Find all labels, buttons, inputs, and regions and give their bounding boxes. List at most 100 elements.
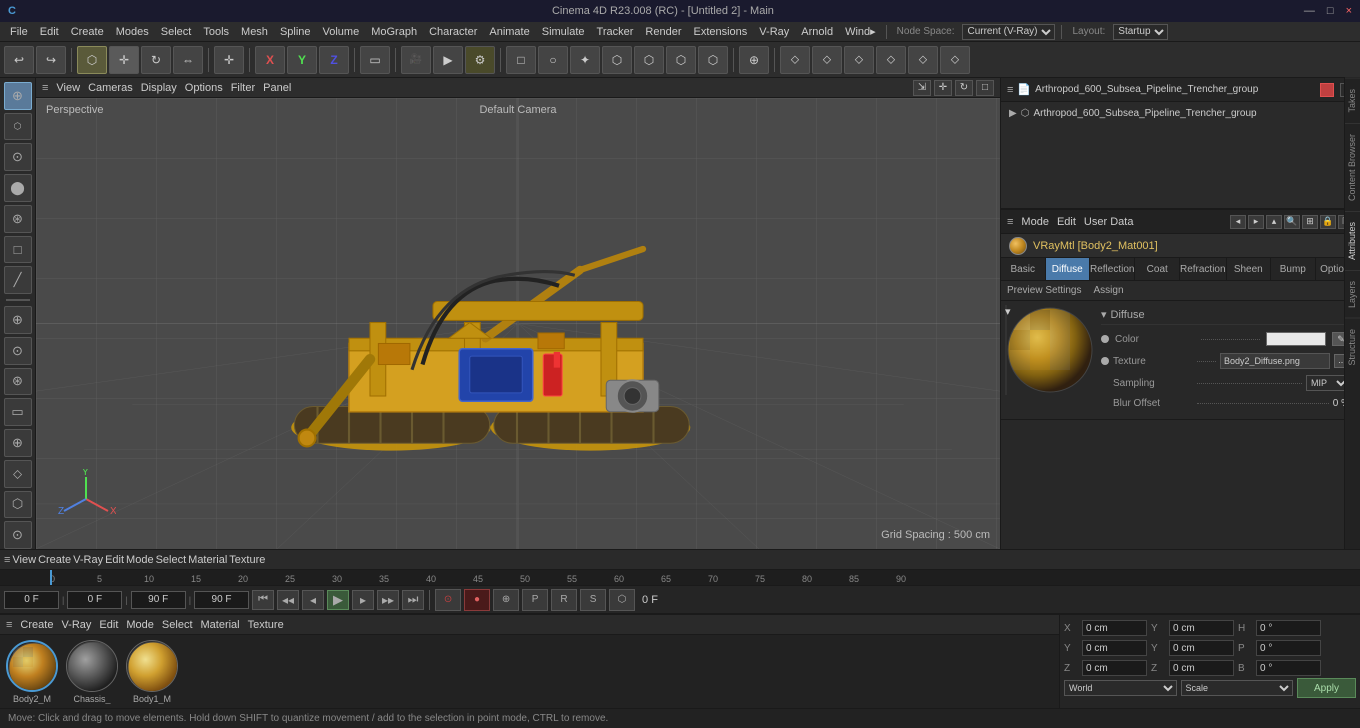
hair-btn[interactable]: ⬡	[698, 46, 728, 74]
tl-menu-material[interactable]: Material	[188, 554, 227, 566]
preview-collapse-arrow[interactable]: ▾	[1005, 305, 1007, 395]
diffuse-section-header[interactable]: ▾ Diffuse	[1101, 305, 1350, 325]
assign-btn[interactable]: Assign	[1093, 285, 1123, 296]
attr-tab-bump[interactable]: Bump	[1271, 258, 1316, 280]
pos-y-input[interactable]	[1169, 620, 1234, 636]
more6-btn[interactable]: ⬦	[940, 46, 970, 74]
axis-x-btn[interactable]: X	[255, 46, 285, 74]
vp-menu-display[interactable]: Display	[141, 82, 177, 94]
attr-filter-btn[interactable]: ⊞	[1302, 215, 1318, 229]
attr-tab-coat[interactable]: Coat	[1135, 258, 1180, 280]
key-pos-btn[interactable]: P	[522, 589, 548, 611]
key-scale-btn[interactable]: S	[580, 589, 606, 611]
tool-select[interactable]: ⬡	[4, 113, 32, 141]
tool-paint[interactable]: ⊙	[4, 143, 32, 171]
mat-menu-edit[interactable]: Edit	[99, 619, 118, 631]
tl-menu-select[interactable]: Select	[156, 554, 187, 566]
pos-z-input[interactable]	[1082, 660, 1147, 676]
frame-end-input[interactable]	[131, 591, 186, 609]
menu-select[interactable]: Select	[155, 24, 198, 40]
mode-object-btn[interactable]: ⬡	[77, 46, 107, 74]
menu-modes[interactable]: Modes	[110, 24, 155, 40]
mat-menu-create[interactable]: Create	[20, 619, 53, 631]
menu-render[interactable]: Render	[639, 24, 687, 40]
attr-back-btn[interactable]: ◂	[1230, 215, 1246, 229]
rot-h-input[interactable]	[1256, 620, 1321, 636]
deform-btn[interactable]: ⬡	[634, 46, 664, 74]
tag-btn[interactable]: ⊕	[739, 46, 769, 74]
tab-layers[interactable]: Layers	[1345, 270, 1360, 318]
rot-p-input[interactable]	[1256, 640, 1321, 656]
key-rot-btn[interactable]: R	[551, 589, 577, 611]
tab-takes[interactable]: Takes	[1345, 78, 1360, 123]
undo-btn[interactable]: ↩	[4, 46, 34, 74]
attr-tab-refraction[interactable]: Refraction	[1180, 258, 1227, 280]
attr-tab-sheen[interactable]: Sheen	[1227, 258, 1272, 280]
playhead[interactable]	[50, 570, 52, 585]
tool-6[interactable]: ⊙	[4, 337, 32, 365]
tool-move[interactable]: ⊕	[4, 82, 32, 110]
menu-simulate[interactable]: Simulate	[536, 24, 591, 40]
minimize-btn[interactable]: —	[1304, 5, 1315, 17]
play-btn[interactable]: ▶	[327, 590, 349, 610]
tl-menu-texture[interactable]: Texture	[229, 554, 265, 566]
material-item-chassis[interactable]: Chassis_	[66, 640, 118, 704]
menu-volume[interactable]: Volume	[317, 24, 366, 40]
menu-mograph[interactable]: MoGraph	[365, 24, 423, 40]
more5-btn[interactable]: ⬦	[908, 46, 938, 74]
tool-5[interactable]: ⊕	[4, 306, 32, 334]
pos-y2-input[interactable]	[1082, 640, 1147, 656]
frame-current-input[interactable]	[4, 591, 59, 609]
mode-scale-btn[interactable]: ⇔	[173, 46, 203, 74]
mode-move-btn[interactable]: ✛	[109, 46, 139, 74]
material-item-body2[interactable]: Body2_M	[6, 640, 58, 704]
menu-arnold[interactable]: Arnold	[795, 24, 839, 40]
tl-menu-edit[interactable]: Edit	[105, 554, 124, 566]
render-preview-btn[interactable]: ▶	[433, 46, 463, 74]
transform-btn[interactable]: ✛	[214, 46, 244, 74]
attr-tab-basic[interactable]: Basic	[1001, 258, 1046, 280]
attr-menu-userdata[interactable]: User Data	[1084, 216, 1134, 228]
mat-menu-mode[interactable]: Mode	[126, 619, 154, 631]
more4-btn[interactable]: ⬦	[876, 46, 906, 74]
maximize-btn[interactable]: □	[1327, 5, 1334, 17]
step-fwd-btn[interactable]: ▸▸	[377, 590, 399, 610]
rewind-to-start-btn[interactable]: ⏮	[252, 590, 274, 610]
attr-menu-mode[interactable]: Mode	[1021, 216, 1049, 228]
vp-menu-cameras[interactable]: Cameras	[88, 82, 133, 94]
more3-btn[interactable]: ⬦	[844, 46, 874, 74]
menu-animate[interactable]: Animate	[483, 24, 535, 40]
attr-up-btn[interactable]: ▴	[1266, 215, 1282, 229]
step-back-btn[interactable]: ◂◂	[277, 590, 299, 610]
tool-poly[interactable]: □	[4, 236, 32, 264]
pos-x-input[interactable]	[1082, 620, 1147, 636]
attr-lock-btn[interactable]: 🔒	[1320, 215, 1336, 229]
sphere-btn[interactable]: ○	[538, 46, 568, 74]
cube-btn[interactable]: □	[506, 46, 536, 74]
transform-dropdown[interactable]: Scale Move Rotate	[1181, 680, 1294, 696]
more2-btn[interactable]: ⬦	[812, 46, 842, 74]
frame-start-input[interactable]	[67, 591, 122, 609]
tl-menu-view[interactable]: View	[12, 554, 36, 566]
tool-10[interactable]: ⬦	[4, 460, 32, 488]
texture-dropdown[interactable]: Body2_Diffuse.png	[1220, 353, 1330, 369]
attr-tab-reflection[interactable]: Reflection	[1090, 258, 1135, 280]
tab-attributes[interactable]: Attributes	[1345, 211, 1360, 270]
frame-end2-input[interactable]	[194, 591, 249, 609]
menu-file[interactable]: File	[4, 24, 34, 40]
menu-create[interactable]: Create	[65, 24, 110, 40]
key-all-btn[interactable]: ⊕	[493, 589, 519, 611]
tl-menu-vray[interactable]: V-Ray	[73, 554, 103, 566]
fwd-to-end-btn[interactable]: ⏭	[402, 590, 424, 610]
cam-btn2[interactable]: ⬡	[602, 46, 632, 74]
menu-extensions[interactable]: Extensions	[687, 24, 753, 40]
mode-rotate-btn[interactable]: ↻	[141, 46, 171, 74]
light-btn[interactable]: ✦	[570, 46, 600, 74]
titlebar-controls[interactable]: — □ ×	[1304, 5, 1352, 17]
auto-key-btn[interactable]: ⊙	[435, 589, 461, 611]
attr-search-btn[interactable]: 🔍	[1284, 215, 1300, 229]
preview-settings-btn[interactable]: Preview Settings	[1007, 285, 1081, 296]
tool-11[interactable]: ⬡	[4, 491, 32, 519]
step-next-btn[interactable]: ▸	[352, 590, 374, 610]
tool-12[interactable]: ⊙	[4, 521, 32, 549]
